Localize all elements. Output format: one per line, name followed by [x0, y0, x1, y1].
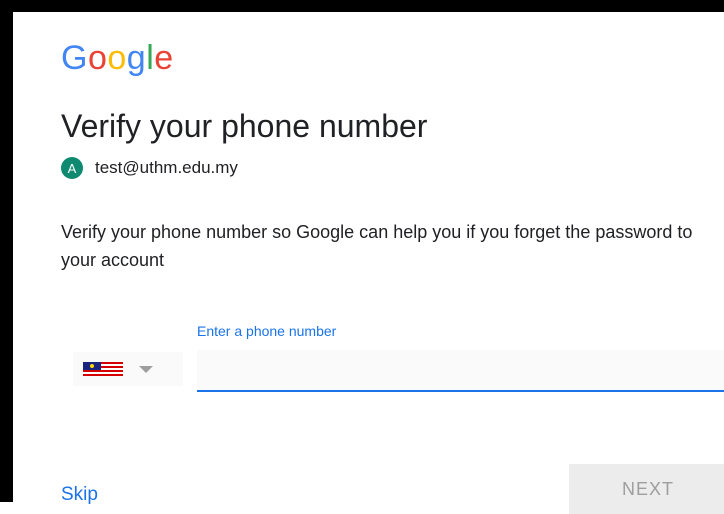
logo-letter: o [87, 39, 108, 77]
description-text: Verify your phone number so Google can h… [61, 222, 693, 270]
flag-canton [83, 362, 101, 370]
google-logo: Google [61, 38, 174, 78]
phone-field-label: Enter a phone number [197, 323, 337, 339]
account-email: test@uthm.edu.my [95, 158, 238, 177]
logo-letter: g [126, 39, 147, 77]
avatar: A [61, 157, 83, 179]
page-title: Verify your phone number [61, 108, 428, 144]
next-button[interactable]: NEXT [569, 464, 724, 514]
logo-letter: l [146, 39, 155, 77]
malaysia-flag-icon [83, 362, 123, 376]
logo-letter: e [154, 39, 174, 77]
logo-letter: G [61, 39, 88, 77]
phone-number-input[interactable] [197, 350, 724, 392]
skip-link[interactable]: Skip [61, 484, 98, 506]
logo-letter: o [107, 39, 127, 77]
caret-down-icon [139, 365, 153, 373]
verify-phone-window: Google Verify your phone number A test@u… [0, 0, 724, 514]
country-selector[interactable] [73, 352, 183, 386]
account-chip: A test@uthm.edu.my [61, 155, 238, 181]
